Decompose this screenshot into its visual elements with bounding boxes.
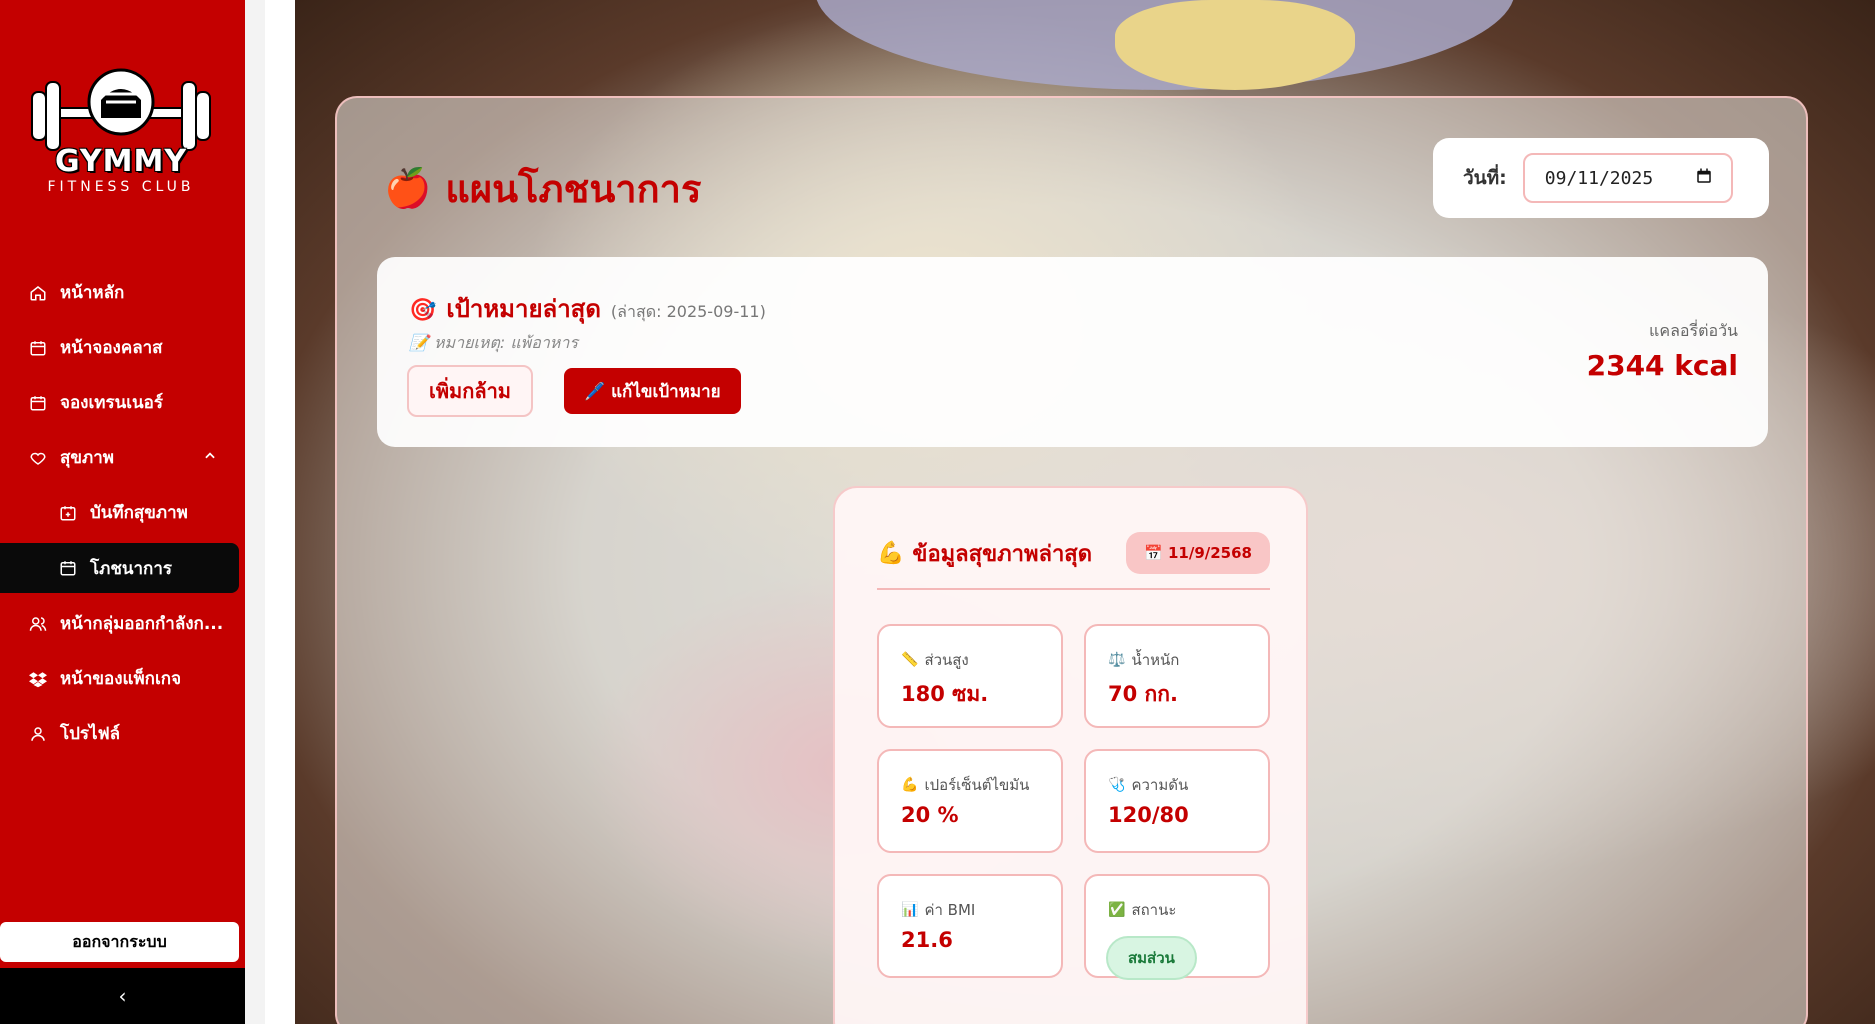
scale-icon: ⚖️ <box>1108 652 1126 668</box>
health-title: 💪 ข้อมูลสุขภาพล่าสุด <box>877 536 1092 571</box>
brand-subtitle: FITNESS CLUB <box>47 179 195 195</box>
calendar-icon[interactable] <box>1695 167 1713 190</box>
sidebar-item-label: สุขภาพ <box>60 448 114 468</box>
stethoscope-icon: 🩺 <box>1108 777 1126 793</box>
brand-logo[interactable]: GYMMY FITNESS CLUB <box>26 60 216 195</box>
date-value: 09/11/2025 <box>1544 167 1654 189</box>
page-title: 🍎 แผนโภชนาการ <box>384 158 701 219</box>
date-input[interactable]: 09/11/2025 <box>1522 153 1733 203</box>
goal-date: (ล่าสุด: 2025-09-11) <box>610 302 766 321</box>
stat-label: สถานะ <box>1131 901 1177 919</box>
status-badge: สมส่วน <box>1106 936 1197 980</box>
goal-card: 🎯 เป้าหมายล่าสุด (ล่าสุด: 2025-09-11) 📝 … <box>377 257 1768 447</box>
user-icon <box>28 724 48 744</box>
stat-weight: ⚖️ น้ำหนัก 70 กก. <box>1084 624 1270 728</box>
layout-gutter-inner <box>265 0 295 1024</box>
date-label: วันที่: <box>1463 167 1507 189</box>
stat-label: ส่วนสูง <box>924 651 969 669</box>
stat-value: 180 ซม. <box>901 682 989 706</box>
dropbox-icon <box>28 669 48 689</box>
chevron-up-icon[interactable] <box>203 448 217 468</box>
sidebar-item-groups[interactable]: หน้ากลุ่มออกกำลังก... <box>0 596 245 651</box>
sidebar-collapse-button[interactable]: ‹ <box>0 968 245 1024</box>
logout-button[interactable]: ออกจากระบบ <box>0 922 239 962</box>
sidebar-item-label: โภชนาการ <box>90 558 173 579</box>
sidebar: GYMMY FITNESS CLUB หน้าหลัก หน้าจองคลาส … <box>0 0 245 1024</box>
calendar-icon <box>28 338 48 358</box>
page-title-text: แผนโภชนาการ <box>445 167 702 211</box>
sidebar-item-label: หน้าหลัก <box>60 283 125 303</box>
flexed-bicep-icon: 💪 <box>901 777 919 793</box>
stat-height: 📏 ส่วนสูง 180 ซม. <box>877 624 1063 728</box>
sidebar-item-trainer-booking[interactable]: จองเทรนเนอร์ <box>0 375 245 430</box>
sidebar-item-health-record[interactable]: บันทึกสุขภาพ <box>0 485 245 540</box>
target-icon: 🎯 <box>409 298 437 323</box>
stat-label: ค่า BMI <box>924 901 976 919</box>
health-card-header: 💪 ข้อมูลสุขภาพล่าสุด 📅 11/9/2568 <box>877 532 1270 590</box>
sidebar-item-label: โปรไฟล์ <box>60 724 121 744</box>
edit-goal-button[interactable]: 🖊️ แก้ไขเป้าหมาย <box>564 368 741 414</box>
stat-value: 70 กก. <box>1108 682 1178 706</box>
sidebar-nav: หน้าหลัก หน้าจองคลาส จองเทรนเนอร์ สุขภาพ <box>0 265 245 761</box>
sidebar-item-label: จองเทรนเนอร์ <box>60 393 164 413</box>
goal-note: 📝 หมายเหตุ: แพ้อาหาร <box>409 333 578 352</box>
chevron-left-icon: ‹ <box>118 984 127 1008</box>
sidebar-item-label: หน้าจองคลาส <box>60 338 163 358</box>
stat-value: 20 % <box>901 803 959 827</box>
date-picker-card: วันที่: 09/11/2025 <box>1433 138 1769 218</box>
heart-icon <box>28 448 48 468</box>
kcal-value: 2344 kcal <box>1586 349 1738 382</box>
stat-value: 120/80 <box>1108 803 1189 827</box>
users-icon <box>28 614 48 634</box>
goal-title: เป้าหมายล่าสุด <box>446 295 601 323</box>
stat-label: ความดัน <box>1131 776 1189 794</box>
bar-chart-icon: 📊 <box>901 902 919 918</box>
stat-body-fat: 💪 เปอร์เซ็นต์ไขมัน 20 % <box>877 749 1063 853</box>
stat-bmi: 📊 ค่า BMI 21.6 <box>877 874 1063 978</box>
health-title-text: ข้อมูลสุขภาพล่าสุด <box>912 542 1093 567</box>
sidebar-item-label: บันทึกสุขภาพ <box>90 503 188 523</box>
ruler-icon: 📏 <box>901 652 919 668</box>
goal-header: 🎯 เป้าหมายล่าสุด (ล่าสุด: 2025-09-11) <box>409 289 766 328</box>
sidebar-item-profile[interactable]: โปรไฟล์ <box>0 706 245 761</box>
stat-blood-pressure: 🩺 ความดัน 120/80 <box>1084 749 1270 853</box>
background-fruit <box>1115 0 1355 90</box>
calendar-icon <box>28 393 48 413</box>
stat-label: เปอร์เซ็นต์ไขมัน <box>924 776 1030 794</box>
goal-type-button[interactable]: เพิ่มกล้าม <box>407 365 533 417</box>
sidebar-item-class-booking[interactable]: หน้าจองคลาส <box>0 320 245 375</box>
flexed-bicep-icon: 💪 <box>877 541 905 566</box>
health-card: 💪 ข้อมูลสุขภาพล่าสุด 📅 11/9/2568 📏 ส่วนสู… <box>833 486 1308 1024</box>
check-icon: ✅ <box>1108 902 1126 918</box>
stat-label: น้ำหนัก <box>1131 651 1180 669</box>
sidebar-item-packages[interactable]: หน้าของแพ็กเกจ <box>0 651 245 706</box>
home-icon <box>28 283 48 303</box>
kcal-label: แคลอรี่ต่อวัน <box>1649 321 1738 340</box>
health-date-badge: 📅 11/9/2568 <box>1126 532 1270 574</box>
calendar-plus-icon <box>58 503 78 523</box>
calendar-icon <box>58 558 78 578</box>
apple-icon: 🍎 <box>384 166 432 210</box>
sidebar-item-health[interactable]: สุขภาพ <box>0 430 245 485</box>
stat-value: 21.6 <box>901 928 953 952</box>
sidebar-item-nutrition[interactable]: โภชนาการ <box>0 543 239 593</box>
sidebar-item-label: หน้าของแพ็กเกจ <box>60 669 182 689</box>
sidebar-item-label: หน้ากลุ่มออกกำลังก... <box>60 614 224 634</box>
sidebar-item-home[interactable]: หน้าหลัก <box>0 265 245 320</box>
stat-status: ✅ สถานะ สมส่วน <box>1084 874 1270 980</box>
